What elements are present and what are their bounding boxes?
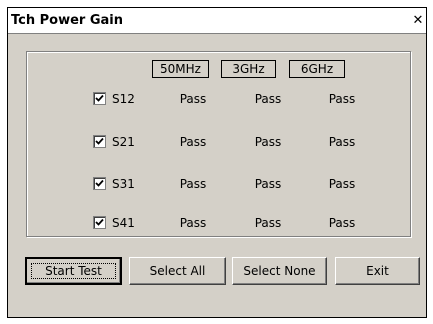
s21-label: S21 <box>112 135 135 149</box>
focus-rectangle <box>31 263 116 279</box>
s12-label: S12 <box>112 92 135 106</box>
s12-3ghz-result: Pass <box>254 92 282 106</box>
s41-checkbox[interactable] <box>93 216 106 229</box>
freq-header-6ghz: 6GHz <box>289 60 345 78</box>
exit-button[interactable]: Exit <box>335 257 420 285</box>
checkmark-icon <box>95 218 104 226</box>
s12-6ghz-result: Pass <box>328 92 356 106</box>
s21-checkbox[interactable] <box>93 135 106 148</box>
select-all-button[interactable]: Select All <box>129 257 226 285</box>
s41-label: S41 <box>112 216 135 230</box>
s41-3ghz-result: Pass <box>254 216 282 230</box>
title-bar[interactable]: Tch Power Gain ✕ <box>8 8 426 34</box>
freq-header-3ghz: 3GHz <box>221 60 276 78</box>
s12-checkbox[interactable] <box>93 92 106 105</box>
s21-50mhz-result: Pass <box>179 135 207 149</box>
checkmark-icon <box>95 137 104 145</box>
s41-6ghz-result: Pass <box>328 216 356 230</box>
window-title: Tch Power Gain <box>11 13 124 28</box>
s31-6ghz-result: Pass <box>328 177 356 191</box>
row-s31: S31 Pass Pass Pass <box>8 175 428 197</box>
row-s41: S41 Pass Pass Pass <box>8 214 428 236</box>
s31-3ghz-result: Pass <box>254 177 282 191</box>
freq-header-50mhz: 50MHz <box>152 60 209 78</box>
row-s21: S21 Pass Pass Pass <box>8 133 428 155</box>
row-s12: S12 Pass Pass Pass <box>8 90 428 112</box>
start-test-button[interactable]: Start Test <box>25 257 122 285</box>
s31-label: S31 <box>112 177 135 191</box>
s12-50mhz-result: Pass <box>179 92 207 106</box>
s31-50mhz-result: Pass <box>179 177 207 191</box>
s21-3ghz-result: Pass <box>254 135 282 149</box>
s41-50mhz-result: Pass <box>179 216 207 230</box>
s21-6ghz-result: Pass <box>328 135 356 149</box>
checkmark-icon <box>95 179 104 187</box>
select-none-button[interactable]: Select None <box>232 257 327 285</box>
s31-checkbox[interactable] <box>93 177 106 190</box>
close-icon[interactable]: ✕ <box>410 13 426 28</box>
tch-power-gain-dialog: Tch Power Gain ✕ 50MHz 3GHz 6GHz S12 Pas… <box>7 7 427 318</box>
checkmark-icon <box>95 94 104 102</box>
